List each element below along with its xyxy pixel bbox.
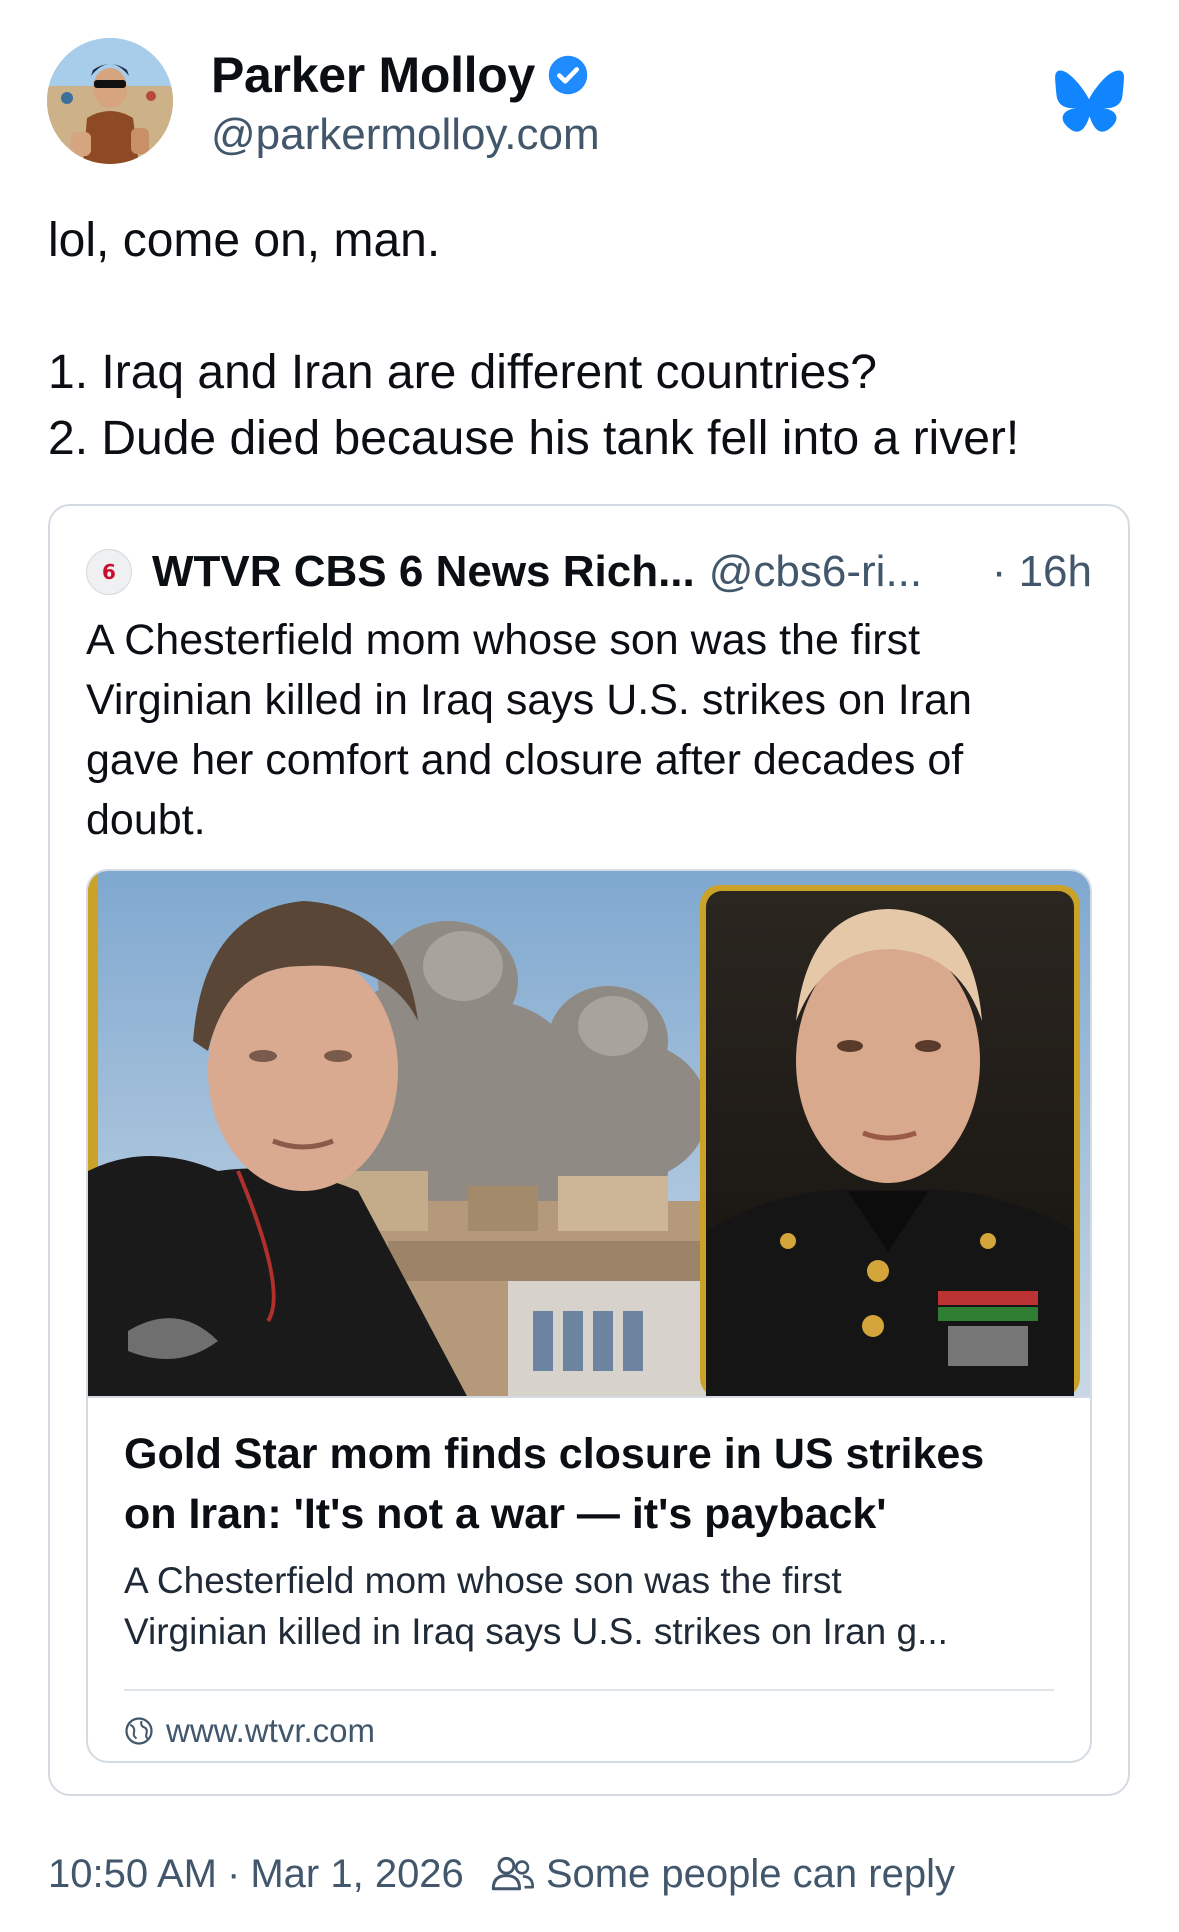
news-thumbnail-image [88, 871, 1090, 1396]
link-card-title[interactable]: Gold Star mom finds closure in US strike… [124, 1424, 1064, 1544]
post-body: lol, come on, man. 1. Iraq and Iran are … [48, 208, 1148, 472]
quoted-text-line: Virginian killed in Iraq says U.S. strik… [86, 676, 972, 724]
meta-separator: · [227, 1851, 241, 1896]
post-detail: Parker Molloy @parkermolloy.com lol, com… [0, 0, 1179, 1932]
link-thumbnail-image[interactable] [88, 871, 1090, 1398]
link-title-line[interactable]: on Iran: 'It's not a war — it's payback' [124, 1484, 1064, 1544]
quoted-avatar-mark: 6 [102, 560, 116, 584]
quoted-text-line: A Chesterfield mom whose son was the fir… [86, 616, 921, 664]
quoted-post-body: A Chesterfield mom whose son was the fir… [86, 610, 1096, 850]
author-name-text[interactable]: Parker Molloy [211, 46, 535, 104]
post-meta-footer: 10:50 AM · Mar 1, 2026 Some people can r… [48, 1844, 955, 1904]
author-handle[interactable]: @parkermolloy.com [211, 110, 600, 160]
author-display-name[interactable]: Parker Molloy [211, 46, 589, 104]
quoted-author-name[interactable]: WTVR CBS 6 News Rich... [152, 547, 695, 597]
link-domain-text[interactable]: www.wtvr.com [166, 1712, 375, 1750]
post-date: Mar 1, 2026 [250, 1851, 464, 1896]
post-time: 10:50 AM [48, 1851, 218, 1896]
link-card-domain[interactable]: www.wtvr.com [124, 1709, 375, 1753]
globe-icon [125, 1717, 153, 1745]
post-text-line [48, 274, 1148, 340]
quoted-author-handle[interactable]: @cbs6-ri... [709, 547, 922, 597]
post-text-line: 1. Iraq and Iran are different countries… [48, 346, 877, 399]
link-title-line[interactable]: Gold Star mom finds closure in US strike… [124, 1424, 1064, 1484]
verified-badge-icon [548, 55, 588, 95]
external-link-card[interactable]: Gold Star mom finds closure in US strike… [86, 869, 1092, 1763]
post-text-line: lol, come on, man. [48, 214, 441, 267]
quoted-text-line: doubt. [86, 796, 206, 844]
link-desc-line: A Chesterfield mom whose son was the fir… [124, 1560, 842, 1601]
quoted-author-avatar[interactable]: 6 [86, 549, 132, 595]
avatar-image [47, 38, 173, 164]
quoted-post-time: · 16h [991, 547, 1092, 596]
people-icon [491, 1856, 534, 1891]
link-card-divider [124, 1689, 1054, 1691]
quoted-post-card[interactable]: 6 WTVR CBS 6 News Rich... @cbs6-ri... · … [48, 504, 1130, 1796]
link-card-description: A Chesterfield mom whose son was the fir… [124, 1555, 1064, 1657]
quoted-post-header: 6 WTVR CBS 6 News Rich... @cbs6-ri... · … [86, 544, 1092, 600]
bluesky-butterfly-icon[interactable] [1054, 70, 1124, 134]
reply-setting-label[interactable]: Some people can reply [546, 1852, 955, 1897]
post-text-line: 2. Dude died because his tank fell into … [48, 412, 1020, 465]
quoted-text-line: gave her comfort and closure after decad… [86, 736, 964, 784]
author-avatar[interactable] [47, 38, 173, 164]
link-desc-line: Virginian killed in Iraq says U.S. strik… [124, 1611, 948, 1652]
